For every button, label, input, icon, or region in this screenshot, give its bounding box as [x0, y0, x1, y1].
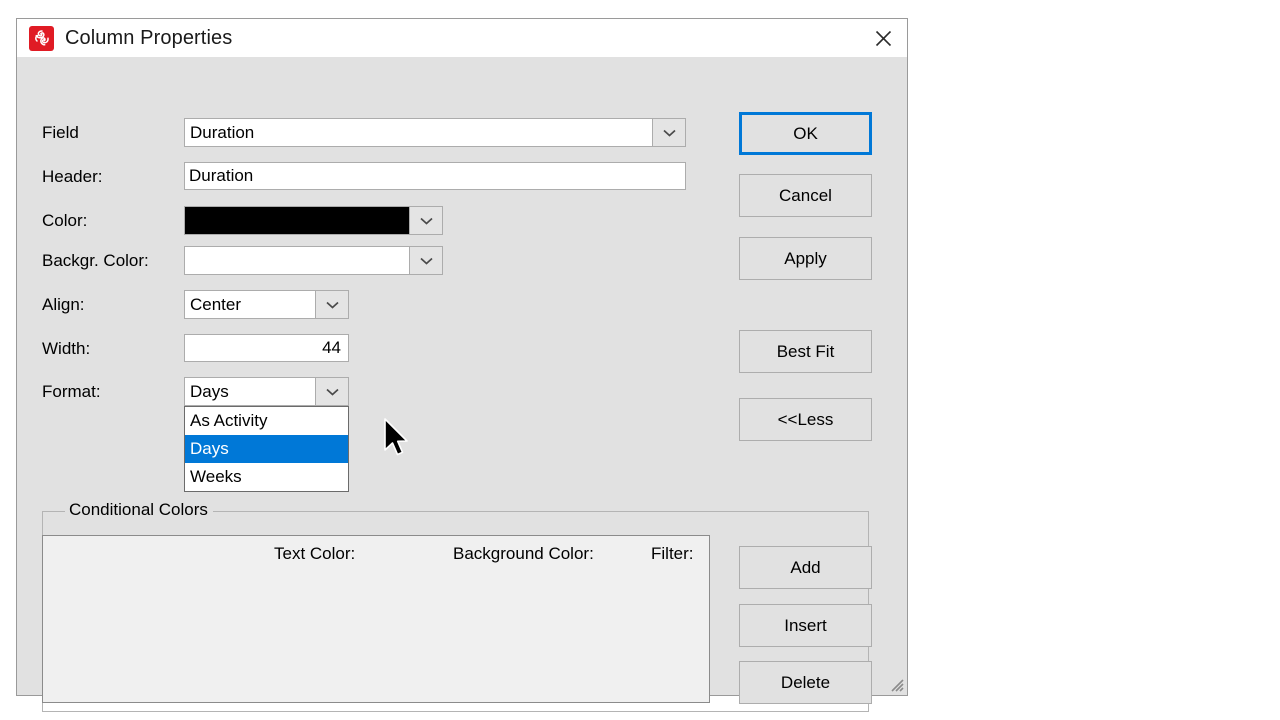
add-button[interactable]: Add: [739, 546, 872, 589]
color-combobox[interactable]: [184, 206, 443, 235]
width-row: Width:: [42, 335, 90, 363]
app-logo-icon: [29, 25, 54, 51]
chevron-down-icon[interactable]: [409, 246, 443, 275]
conditional-colors-legend: Conditional Colors: [65, 500, 212, 520]
format-combobox[interactable]: Days: [184, 377, 349, 406]
chevron-down-icon[interactable]: [315, 377, 349, 406]
chevron-down-icon[interactable]: [409, 206, 443, 235]
align-combobox[interactable]: Center: [184, 290, 349, 319]
format-option-days[interactable]: Days: [185, 435, 348, 463]
field-label: Field: [42, 123, 79, 142]
background-color-combobox[interactable]: [184, 246, 443, 275]
chevron-down-icon[interactable]: [652, 118, 686, 147]
format-row: Format:: [42, 378, 101, 406]
align-row: Align:: [42, 291, 85, 319]
less-button[interactable]: <<Less: [739, 398, 872, 441]
column-header-filter: Filter:: [651, 544, 694, 563]
header-input[interactable]: Duration: [184, 162, 686, 190]
column-header-background-color: Background Color:: [453, 544, 594, 563]
background-color-swatch: [184, 246, 409, 275]
screen: Column Properties Field Duration Header:…: [0, 0, 1280, 720]
delete-button[interactable]: Delete: [739, 661, 872, 704]
align-label: Align:: [42, 295, 85, 314]
chevron-down-icon[interactable]: [315, 290, 349, 319]
dialog-title: Column Properties: [65, 26, 233, 49]
column-properties-dialog: Column Properties Field Duration Header:…: [16, 18, 908, 712]
conditional-colors-listbox[interactable]: Text Color: Background Color: Filter:: [42, 535, 710, 703]
field-row: Field: [42, 119, 79, 147]
field-combobox[interactable]: Duration: [184, 118, 686, 147]
header-row: Header:: [42, 163, 102, 191]
insert-button[interactable]: Insert: [739, 604, 872, 647]
field-combobox-value: Duration: [184, 118, 652, 147]
cancel-button[interactable]: Cancel: [739, 174, 872, 217]
best-fit-button[interactable]: Best Fit: [739, 330, 872, 373]
color-swatch: [184, 206, 409, 235]
align-combobox-value: Center: [184, 290, 315, 319]
format-combobox-value: Days: [184, 377, 315, 406]
color-label: Color:: [42, 211, 88, 230]
close-icon[interactable]: [859, 19, 907, 57]
dialog-body: Field Duration Header: Duration Color: B…: [17, 57, 907, 712]
apply-button[interactable]: Apply: [739, 237, 872, 280]
color-row: Color:: [42, 207, 87, 235]
width-input[interactable]: 44: [184, 334, 349, 362]
dialog-titlebar[interactable]: Column Properties: [17, 19, 907, 57]
column-header-text-color: Text Color:: [274, 544, 356, 563]
format-option-as-activity[interactable]: As Activity: [185, 407, 348, 435]
background-color-label: Backgr. Color:: [42, 251, 149, 270]
format-option-weeks[interactable]: Weeks: [185, 463, 348, 491]
width-label: Width:: [42, 339, 91, 358]
resize-grip[interactable]: [888, 676, 904, 692]
ok-button[interactable]: OK: [739, 112, 872, 155]
header-label: Header:: [42, 167, 103, 186]
background-color-row: Backgr. Color:: [42, 247, 149, 275]
format-dropdown-list[interactable]: As Activity Days Weeks: [184, 406, 349, 492]
format-label: Format:: [42, 382, 101, 401]
